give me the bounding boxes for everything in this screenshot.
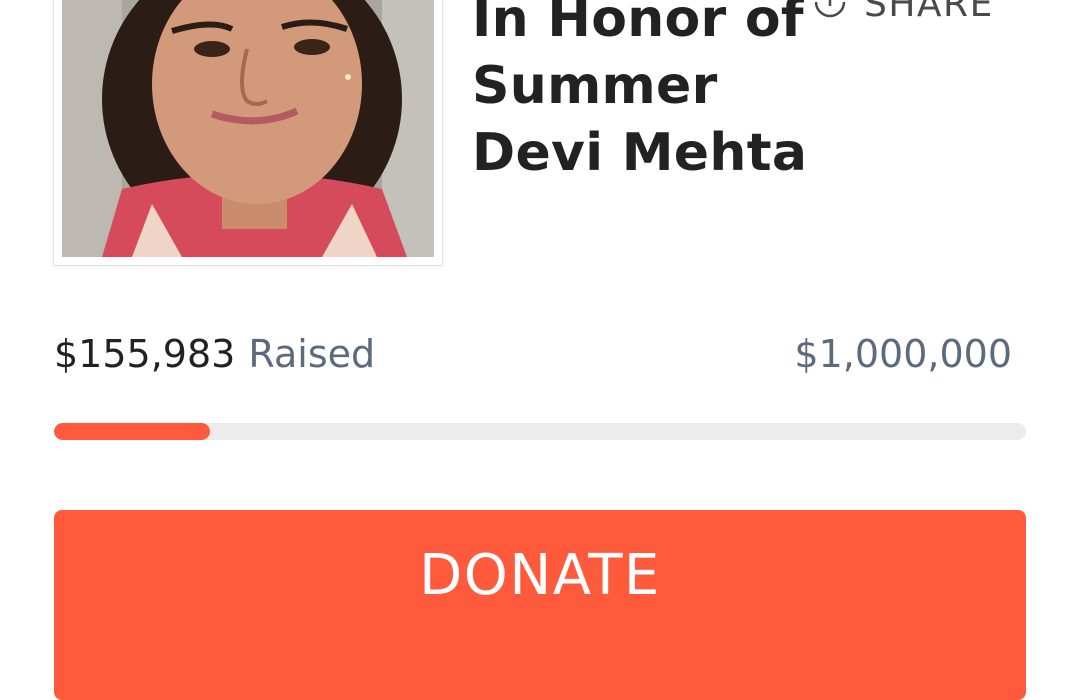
donate-button[interactable]: DONATE — [54, 510, 1026, 700]
share-upload-icon — [814, 0, 846, 18]
progress-bar — [54, 423, 1026, 440]
share-label: SHARE — [864, 0, 994, 25]
raised-summary: $155,983 Raised — [54, 332, 375, 376]
raised-label: Raised — [248, 332, 376, 376]
campaign-photo — [62, 0, 434, 257]
goal-amount: $1,000,000 — [794, 332, 1012, 376]
share-button[interactable]: SHARE — [810, 0, 994, 28]
campaign-photo-frame — [53, 0, 443, 266]
raised-amount: $155,983 — [54, 332, 236, 376]
fundraising-stats: $155,983 Raised $1,000,000 — [54, 332, 1012, 376]
campaign-title: In Honor of Summer Devi Mehta — [472, 0, 808, 183]
portrait-image — [62, 0, 434, 257]
progress-bar-fill — [54, 423, 210, 440]
